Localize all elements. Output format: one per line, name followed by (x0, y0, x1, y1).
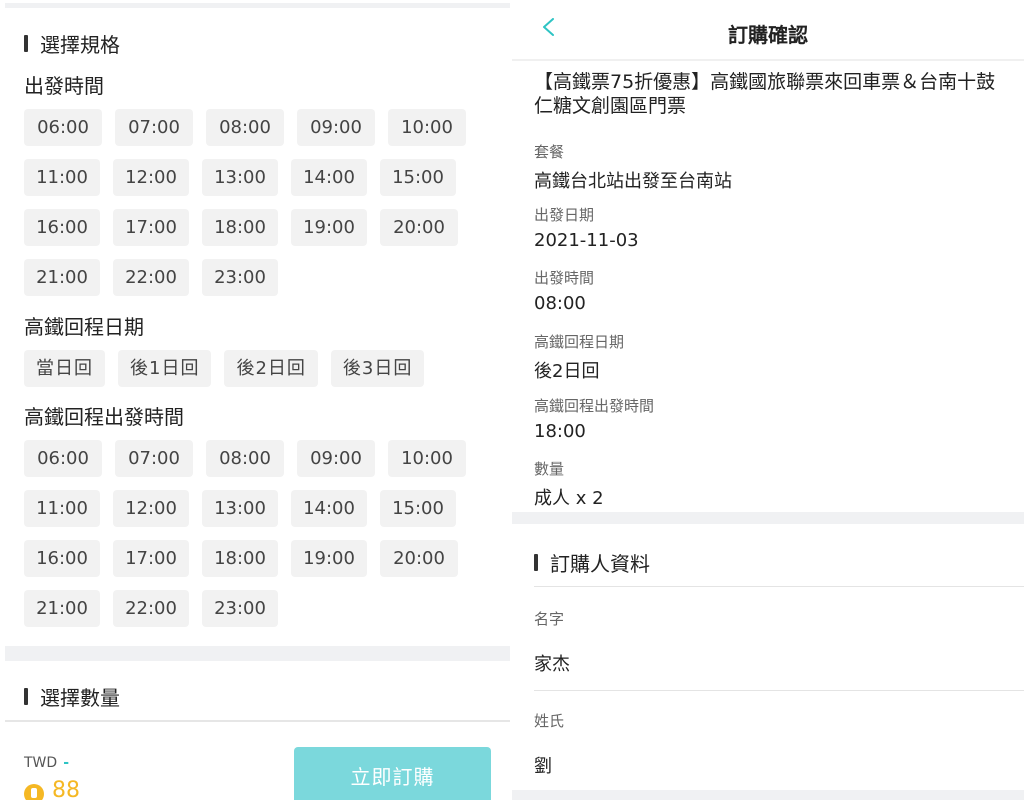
order-confirmation-panel: 訂購確認 【高鐵票75折優惠】高鐵國旅聯票來回車票＆台南十鼓仁糖文創園區門票 套… (512, 0, 1024, 800)
return-date-label: 高鐵回程日期 (534, 333, 625, 351)
return-time-option[interactable]: 18:00 (202, 540, 278, 577)
first-name-field[interactable]: 家杰 (534, 650, 570, 676)
return-time-option[interactable]: 15:00 (380, 490, 456, 527)
departure-time-option[interactable]: 06:00 (24, 109, 102, 146)
top-separator (5, 3, 510, 8)
currency-label: TWD (24, 755, 58, 771)
departure-time-row-4: 21:00 22:00 23:00 (24, 259, 291, 296)
return-time-value: 18:00 (534, 421, 586, 442)
nav-bar: 訂購確認 (512, 0, 1024, 60)
section-bar-icon (24, 35, 28, 52)
departure-time-option[interactable]: 09:00 (297, 109, 375, 146)
bottom-separator (512, 790, 1024, 800)
divider (534, 586, 1024, 587)
return-date-option[interactable]: 當日回 (24, 350, 105, 387)
departure-time-option[interactable]: 14:00 (291, 159, 367, 196)
return-time-option[interactable]: 07:00 (115, 440, 193, 477)
buyer-section-header: 訂購人資料 (534, 548, 650, 577)
return-time-row-3: 16:00 17:00 18:00 19:00 20:00 (24, 540, 471, 577)
return-time-option[interactable]: 08:00 (206, 440, 284, 477)
price-display: TWD - (24, 755, 69, 771)
return-time-option[interactable]: 13:00 (202, 490, 278, 527)
buyer-section-title: 訂購人資料 (550, 552, 650, 576)
departure-time-label: 出發時間 (24, 74, 104, 98)
return-time-option[interactable]: 20:00 (380, 540, 458, 577)
return-date-option[interactable]: 後2日回 (224, 350, 318, 387)
return-time-option[interactable]: 14:00 (291, 490, 367, 527)
page-title: 訂購確認 (728, 23, 808, 47)
return-date-value: 後2日回 (534, 361, 600, 382)
divider (5, 720, 510, 722)
return-time-option[interactable]: 21:00 (24, 590, 100, 627)
departure-time-option[interactable]: 18:00 (202, 209, 278, 246)
return-time-option[interactable]: 11:00 (24, 490, 100, 527)
quantity-label: 數量 (534, 460, 565, 478)
departure-time-option[interactable]: 16:00 (24, 209, 100, 246)
return-date-option[interactable]: 後1日回 (118, 350, 212, 387)
section-bar-icon (24, 688, 28, 705)
departure-time-row-3: 16:00 17:00 18:00 19:00 20:00 (24, 209, 471, 246)
departure-time-option[interactable]: 12:00 (113, 159, 189, 196)
return-time-label: 高鐵回程出發時間 (24, 405, 184, 429)
return-time-option[interactable]: 17:00 (113, 540, 189, 577)
last-name-field[interactable]: 劉 (534, 752, 552, 778)
first-name-label: 名字 (534, 610, 565, 628)
departure-time-option[interactable]: 15:00 (380, 159, 456, 196)
departure-time-option[interactable]: 21:00 (24, 259, 100, 296)
departure-time-option[interactable]: 20:00 (380, 209, 458, 246)
departure-time-option[interactable]: 19:00 (291, 209, 367, 246)
departure-time-option[interactable]: 13:00 (202, 159, 278, 196)
departure-date-value: 2021-11-03 (534, 230, 639, 251)
return-time-option[interactable]: 19:00 (291, 540, 367, 577)
departure-time-option[interactable]: 10:00 (388, 109, 466, 146)
return-time-row-4: 21:00 22:00 23:00 (24, 590, 291, 627)
return-time-row-1: 06:00 07:00 08:00 09:00 10:00 (24, 440, 479, 477)
return-time-label: 高鐵回程出發時間 (534, 397, 655, 415)
points-value: 88 (52, 778, 80, 800)
spec-selection-panel: 選擇規格 出發時間 06:00 07:00 08:00 09:00 10:00 … (0, 0, 512, 800)
quantity-section-header: 選擇數量 (24, 682, 120, 711)
return-time-option[interactable]: 12:00 (113, 490, 189, 527)
buy-now-button[interactable]: 立即訂購 (294, 747, 491, 800)
quantity-value: 成人 x 2 (534, 488, 604, 509)
departure-date-label: 出發日期 (534, 206, 595, 224)
departure-time-option[interactable]: 22:00 (113, 259, 189, 296)
return-time-row-2: 11:00 12:00 13:00 14:00 15:00 (24, 490, 469, 527)
section-separator (512, 512, 1024, 524)
departure-time-option[interactable]: 23:00 (202, 259, 278, 296)
price-value: - (63, 755, 69, 771)
return-time-option[interactable]: 09:00 (297, 440, 375, 477)
spec-section-header: 選擇規格 (24, 29, 120, 58)
nav-separator (512, 59, 1024, 61)
return-date-row: 當日回 後1日回 後2日回 後3日回 (24, 350, 437, 387)
package-label: 套餐 (534, 143, 565, 161)
return-time-option[interactable]: 23:00 (202, 590, 278, 627)
departure-time-row-2: 11:00 12:00 13:00 14:00 15:00 (24, 159, 469, 196)
package-value: 高鐵台北站出發至台南站 (534, 171, 732, 192)
return-date-label: 高鐵回程日期 (24, 315, 144, 339)
departure-time-option[interactable]: 08:00 (206, 109, 284, 146)
departure-time-row-1: 06:00 07:00 08:00 09:00 10:00 (24, 109, 479, 146)
coin-icon (24, 784, 44, 800)
return-time-option[interactable]: 06:00 (24, 440, 102, 477)
last-name-label: 姓氏 (534, 712, 565, 730)
spec-section-title: 選擇規格 (40, 33, 120, 57)
departure-time-option[interactable]: 11:00 (24, 159, 100, 196)
departure-time-label: 出發時間 (534, 269, 595, 287)
departure-time-option[interactable]: 07:00 (115, 109, 193, 146)
section-separator (5, 646, 510, 661)
divider (534, 690, 1024, 691)
return-time-option[interactable]: 10:00 (388, 440, 466, 477)
return-time-option[interactable]: 22:00 (113, 590, 189, 627)
product-title: 【高鐵票75折優惠】高鐵國旅聯票來回車票＆台南十鼓仁糖文創園區門票 (534, 71, 996, 117)
departure-time-option[interactable]: 17:00 (113, 209, 189, 246)
quantity-section-title: 選擇數量 (40, 686, 120, 710)
section-bar-icon (534, 554, 538, 571)
return-time-option[interactable]: 16:00 (24, 540, 100, 577)
departure-time-value: 08:00 (534, 293, 586, 314)
return-date-option[interactable]: 後3日回 (330, 350, 425, 387)
